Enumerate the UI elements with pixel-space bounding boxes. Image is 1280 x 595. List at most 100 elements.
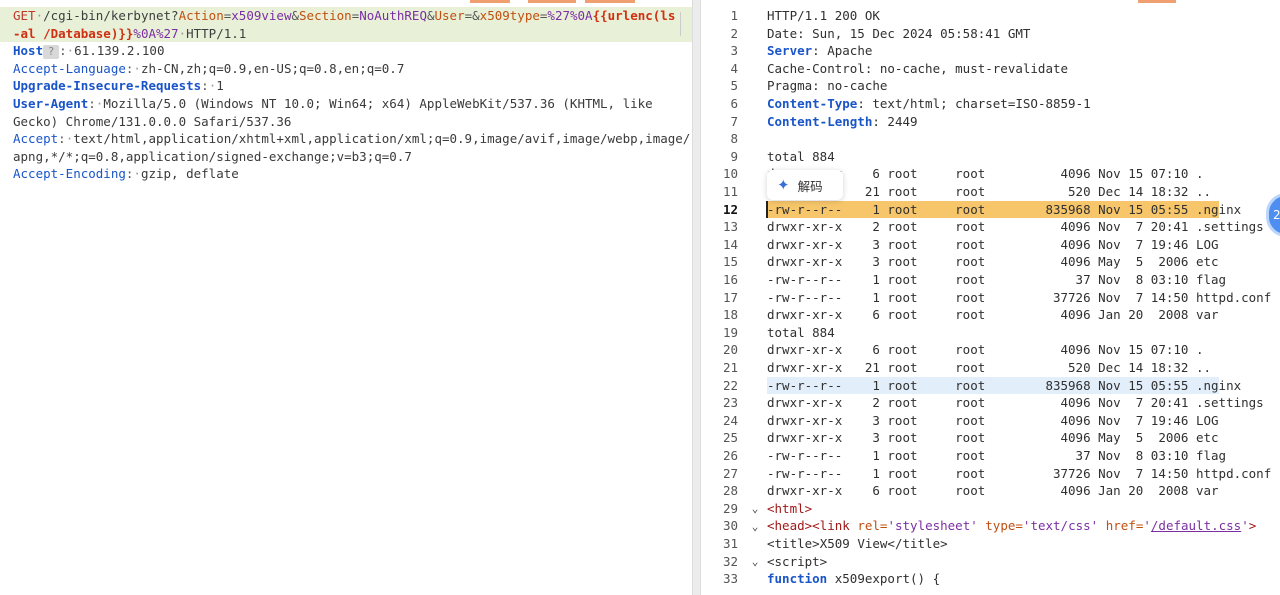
response-line[interactable]: -rw-r--r-- 1 root root 37 Nov 8 03:10 fl…	[767, 447, 1226, 465]
decode-popup[interactable]: ✦ 解码	[767, 170, 843, 200]
header-name: Upgrade-Insecure-Requests	[13, 78, 202, 94]
header-value: text/html; charset=ISO-8859-1	[872, 96, 1091, 111]
header-value: Apache	[827, 43, 873, 59]
response-line[interactable]: -rw-r--r-- 1 root root 37 Nov 8 03:10 fl…	[767, 271, 1226, 289]
line-number: 1	[730, 8, 738, 23]
param-name: User	[434, 8, 465, 23]
response-line[interactable]: drwxr-xr-x 6 root root 4096 Jan 20 2008 …	[767, 306, 1219, 324]
response-line[interactable]: HTTP/1.1 200 OK	[767, 7, 880, 25]
tab-accent	[585, 0, 635, 3]
html-string: 'stylesheet'	[887, 518, 978, 534]
html-attr: rel=	[857, 518, 888, 534]
header-value: Gecko) Chrome/131.0.0.0 Safari/537.36	[13, 113, 292, 129]
question-icon[interactable]: ?	[43, 44, 60, 59]
param-name: Action	[178, 8, 224, 23]
response-line[interactable]: drwxr-xr-x 6 root root 4096 Nov 15 07:10…	[767, 341, 1204, 359]
html-tag: <script>	[767, 553, 828, 569]
response-line[interactable]: Date: Sun, 15 Dec 2024 05:58:41 GMT	[767, 25, 1030, 43]
line-number: 11	[722, 184, 738, 199]
header-name: User-Agent	[13, 96, 89, 111]
response-line[interactable]: total 884	[767, 324, 835, 342]
line-number: 30	[722, 518, 738, 534]
response-line[interactable]: Content-Type: text/html; charset=ISO-885…	[767, 95, 1091, 113]
response-line[interactable]: <script>	[767, 553, 827, 571]
header-value: 2449	[887, 113, 918, 129]
html-string: 'text/css'	[1022, 518, 1099, 534]
response-line[interactable]: Content-Length: 2449	[767, 113, 918, 131]
request-line-2[interactable]: -al /Database)}}%0A%27·HTTP/1.1	[13, 25, 246, 43]
header-line[interactable]: Accept-Encoding:·gzip, deflate	[13, 165, 239, 183]
param-value: NoAuthREQ	[359, 8, 427, 23]
html-tag: </title>	[887, 536, 948, 551]
response-line[interactable]: drwxr-xr-x 6 root root 4096 Jan 20 2008 …	[767, 482, 1219, 500]
html-tag: <title>	[767, 536, 820, 551]
header-line[interactable]: User-Agent:·Mozilla/5.0 (Windows NT 10.0…	[13, 95, 653, 113]
sparkle-icon: ✦	[777, 176, 790, 194]
line-number: 24	[722, 412, 738, 428]
response-line[interactable]: drwxr-xr-x 3 root root 4096 Nov 7 19:46 …	[767, 412, 1219, 430]
response-line[interactable]: Server: Apache	[767, 42, 872, 60]
response-line[interactable]: drwxr-xr-x 2 root root 4096 Nov 7 20:41 …	[767, 394, 1264, 412]
request-line-1[interactable]: GET·/cgi-bin/kerbynet?Action=x509view&Se…	[13, 7, 675, 25]
html-string: '	[1143, 518, 1151, 534]
response-line[interactable]: drwxr-xr-x 3 root root 4096 May 5 2006 e…	[767, 429, 1219, 447]
line-number: 9	[730, 148, 738, 164]
response-line[interactable]: Cache-Control: no-cache, must-revalidate	[767, 60, 1068, 78]
line-number: 21	[722, 360, 738, 375]
line-number: 28	[722, 483, 738, 499]
header-name: Accept	[13, 131, 59, 147]
response-line[interactable]: -rw-r--r-- 1 root root 835968 Nov 15 05:…	[767, 201, 1241, 219]
response-line[interactable]: -rw-r--r-- 1 root root 37726 Nov 7 14:50…	[767, 289, 1271, 307]
line-number: 20	[722, 342, 738, 358]
response-line[interactable]: drwxr-xr-x 2 root root 4096 Nov 7 20:41 …	[767, 218, 1264, 236]
line-number: 18	[722, 307, 738, 323]
header-value: gzip, deflate	[140, 166, 239, 182]
line-number: 4	[730, 60, 738, 76]
line-number: 31	[722, 536, 738, 551]
scroll-marker	[680, 12, 687, 36]
response-line[interactable]: -rw-r--r-- 1 root root 835968 Nov 15 05:…	[767, 377, 1241, 395]
response-line[interactable]: function x509export() {	[767, 570, 940, 588]
header-line-cont[interactable]: Gecko) Chrome/131.0.0.0 Safari/537.36	[13, 113, 291, 131]
response-line[interactable]: <html>	[767, 500, 812, 518]
response-line[interactable]: Pragma: no-cache	[767, 77, 887, 95]
js-function: x509export	[834, 571, 911, 587]
chevron-down-icon[interactable]: ⌄	[748, 518, 762, 536]
pane-splitter[interactable]	[692, 0, 701, 595]
chevron-down-icon[interactable]: ⌄	[748, 553, 762, 571]
line-number: 13	[722, 219, 738, 235]
header-name: Content-Type	[767, 96, 858, 111]
param-value: x509view	[231, 8, 292, 23]
response-line[interactable]: -rw-r--r-- 1 root root 37726 Nov 7 14:50…	[767, 465, 1271, 483]
http-method: GET	[13, 8, 36, 23]
response-line[interactable]: drwxr-xr-x 3 root root 4096 Nov 7 19:46 …	[767, 236, 1219, 254]
line-number: 2	[730, 25, 738, 41]
header-value: Mozilla/5.0 (Windows NT 10.0; Win64; x64…	[103, 96, 653, 111]
http-version: HTTP/1.1	[186, 25, 247, 41]
chevron-down-icon[interactable]: ⌄	[748, 500, 762, 518]
header-host[interactable]: Host?:·61.139.2.100	[13, 42, 164, 60]
line-number: 32	[722, 553, 738, 569]
header-line[interactable]: Upgrade-Insecure-Requests:·1	[13, 77, 224, 95]
response-line[interactable]: total 884	[767, 148, 835, 166]
header-value: apng,*/*;q=0.8,application/signed-exchan…	[13, 148, 412, 164]
line-number: 14	[722, 236, 738, 252]
header-line[interactable]: Accept:·text/html,application/xhtml+xml,…	[13, 130, 690, 148]
response-line[interactable]: drwxr-xr-x 21 root root 520 Dec 14 18:32…	[767, 359, 1211, 377]
response-line[interactable]: <head><link rel='stylesheet' type='text/…	[767, 517, 1256, 535]
line-number: 8	[730, 131, 738, 147]
response-line[interactable]: <title>X509 View</title>	[767, 535, 948, 553]
line-number: 22	[722, 377, 738, 393]
payload-rest: -al /Database)}}	[13, 25, 134, 41]
param-name: Section	[299, 8, 352, 23]
line-number: 25	[722, 430, 738, 446]
tab-accent	[528, 0, 576, 3]
header-name: Host	[13, 43, 44, 59]
html-attr: href=	[1105, 518, 1144, 534]
line-number: 5	[730, 78, 738, 94]
header-line-cont[interactable]: apng,*/*;q=0.8,application/signed-exchan…	[13, 148, 412, 166]
response-line[interactable]: drwxr-xr-x 3 root root 4096 May 5 2006 e…	[767, 253, 1219, 271]
line-number: 7	[730, 113, 738, 129]
header-line[interactable]: Accept-Language:·zh-CN,zh;q=0.9,en-US;q=…	[13, 60, 404, 78]
js-punct: () {	[910, 571, 941, 587]
